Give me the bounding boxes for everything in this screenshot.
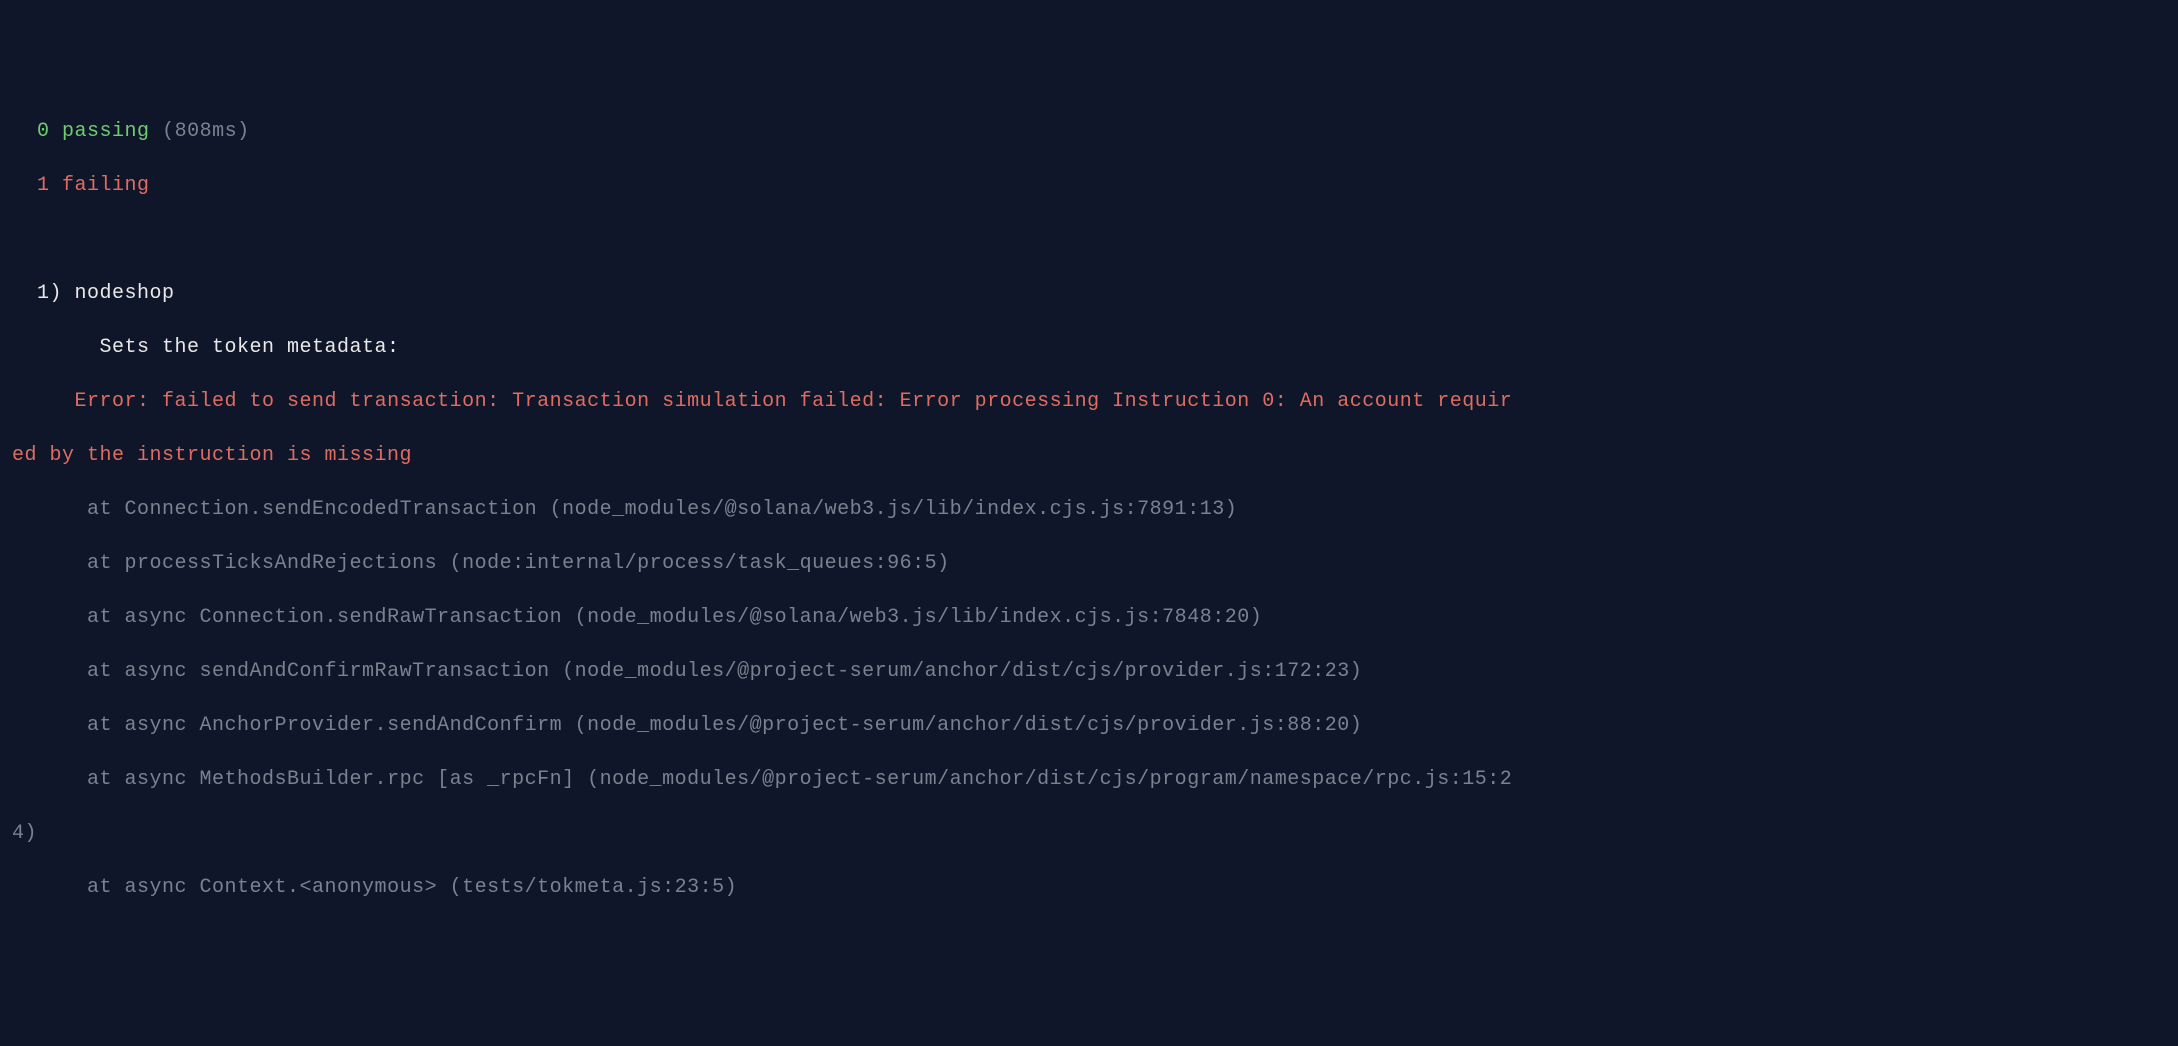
test-summary-passing: 0 passing (808ms) [0, 118, 2178, 145]
test-title: Sets the token metadata: [100, 336, 400, 359]
blank-line [0, 226, 2178, 253]
test-summary-failing: 1 failing [0, 172, 2178, 199]
error-message-line-1: Error: failed to send transaction: Trans… [0, 388, 2178, 415]
failing-count: 1 [37, 174, 50, 197]
stack-trace-line: at processTicksAndRejections (node:inter… [0, 550, 2178, 577]
passing-time: (808ms) [162, 120, 250, 143]
stack-trace-line: at async AnchorProvider.sendAndConfirm (… [0, 712, 2178, 739]
test-title-line: Sets the token metadata: [0, 334, 2178, 361]
test-suite: nodeshop [75, 282, 175, 305]
stack-trace-line: at async sendAndConfirmRawTransaction (n… [0, 658, 2178, 685]
test-header: 1) nodeshop [0, 280, 2178, 307]
failing-label: failing [62, 174, 150, 197]
passing-count: 0 [37, 120, 50, 143]
stack-trace-line: 4) [0, 820, 2178, 847]
passing-label: passing [62, 120, 150, 143]
error-message-line-2: ed by the instruction is missing [0, 442, 2178, 469]
stack-trace-line: at Connection.sendEncodedTransaction (no… [0, 496, 2178, 523]
test-number: 1) [37, 282, 62, 305]
stack-trace-line: at async MethodsBuilder.rpc [as _rpcFn] … [0, 766, 2178, 793]
stack-trace-line: at async Context.<anonymous> (tests/tokm… [0, 874, 2178, 901]
